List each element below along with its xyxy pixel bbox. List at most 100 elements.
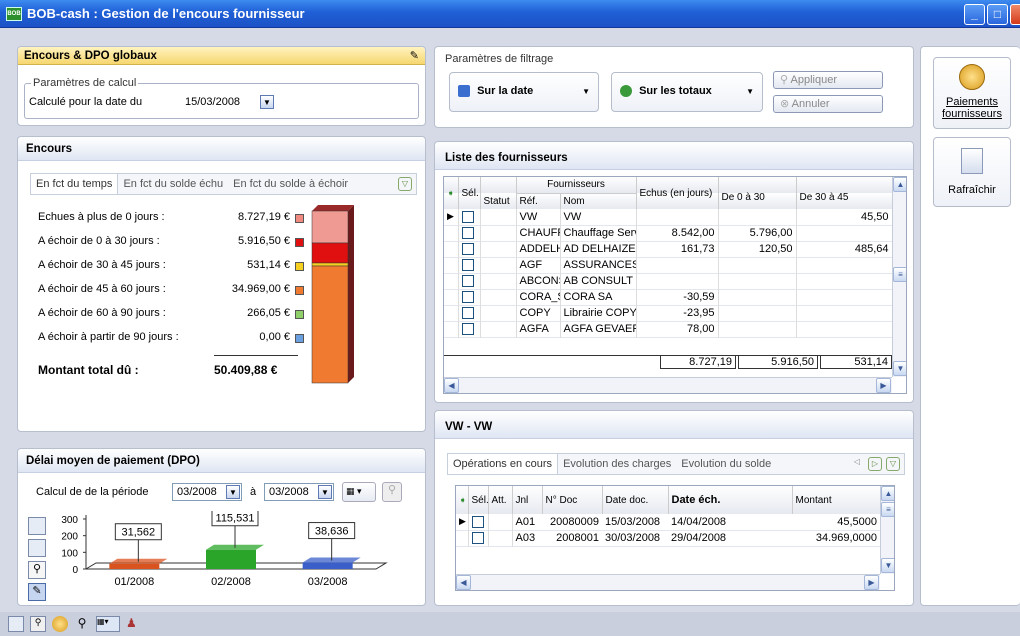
- chevron-left-icon[interactable]: ◁: [850, 457, 864, 471]
- col-sel[interactable]: Sél.: [468, 486, 489, 514]
- row-checkbox[interactable]: [458, 209, 481, 225]
- row-checkbox[interactable]: [458, 321, 481, 337]
- operations-vscroll[interactable]: ▲ ≡ ▼: [880, 486, 894, 574]
- chart-tool-pen-icon[interactable]: ✎: [28, 583, 46, 601]
- cell-0-30: [718, 289, 797, 305]
- cell-30-45: [796, 305, 893, 321]
- col-ndoc[interactable]: N° Doc: [542, 486, 603, 514]
- sur-les-totaux-dropdown[interactable]: Sur les totaux ▼: [611, 72, 763, 112]
- appliquer-button[interactable]: ⚲ Appliquer: [773, 71, 883, 89]
- tab-operations-en-cours[interactable]: Opérations en cours: [448, 454, 559, 474]
- row-checkbox[interactable]: [458, 225, 481, 241]
- col-ref[interactable]: Réf.: [516, 193, 561, 209]
- col-sel[interactable]: Sél.: [458, 177, 481, 209]
- table-row[interactable]: CORA_SACORA SA-30,59: [444, 289, 893, 305]
- date-value[interactable]: 15/03/2008: [185, 96, 240, 108]
- scroll-down-icon[interactable]: ▼: [893, 361, 906, 376]
- fournisseurs-hscroll[interactable]: ◀ ▶: [444, 377, 892, 393]
- scroll-up-icon[interactable]: ▲: [881, 486, 894, 501]
- col-nom[interactable]: Nom: [560, 193, 637, 209]
- row-checkbox[interactable]: [468, 530, 489, 546]
- table-row[interactable]: ABCONSLAB CONSULT: [444, 273, 893, 289]
- coins-icon[interactable]: [52, 616, 68, 632]
- col-30-45[interactable]: De 30 à 45: [796, 177, 892, 209]
- layout-icon[interactable]: [8, 616, 24, 632]
- fournisseurs-grid: ➧ Sél. Fournisseurs Echus (en jours) De …: [443, 176, 907, 394]
- tab-solde-echu[interactable]: En fct du solde échu: [118, 174, 228, 194]
- col-0-30[interactable]: De 0 à 30: [718, 177, 797, 209]
- cell-montant: 45,5000: [837, 515, 877, 528]
- vw-tabs: Opérations en cours Evolution des charge…: [447, 453, 905, 475]
- table-row[interactable]: AGF ASSURANCES: [444, 257, 893, 273]
- annuler-button[interactable]: ⊗ Annuler: [773, 95, 883, 113]
- cell-ref: CORA_SA: [516, 289, 561, 305]
- encours-dpo-header: Encours & DPO globaux ✎: [18, 47, 425, 65]
- link-icon[interactable]: ⚲: [30, 616, 46, 632]
- export-icon[interactable]: ▦▾: [96, 616, 120, 632]
- vw-panel: VW - VW Opérations en cours Evolution de…: [434, 410, 914, 606]
- col-att[interactable]: Att.: [488, 486, 513, 514]
- coins-icon: [959, 64, 985, 90]
- tab-solde-a-echoir[interactable]: En fct du solde à échoir: [228, 174, 353, 194]
- rafraichir-button[interactable]: Rafraîchir: [933, 137, 1011, 207]
- table-row[interactable]: CHAUFF Chauffage Serv 8.542,00 5.796,00: [444, 225, 893, 241]
- cell-jnl: A03: [515, 532, 536, 544]
- chart-tool-copy-icon[interactable]: [28, 517, 46, 535]
- scroll-thumb[interactable]: ≡: [881, 502, 894, 517]
- table-row[interactable]: ADDELHAAD DELHAIZE161,73120,50485,64: [444, 241, 893, 257]
- tab-en-fct-du-temps[interactable]: En fct du temps: [31, 174, 119, 194]
- y-tick-label: 300: [61, 515, 78, 526]
- scroll-right-icon[interactable]: ▶: [876, 378, 891, 393]
- pin-icon[interactable]: ✎: [410, 49, 419, 62]
- sur-la-date-dropdown[interactable]: Sur la date ▼: [449, 72, 599, 112]
- col-date-ech[interactable]: Date éch.: [668, 486, 793, 514]
- user-icon[interactable]: ♟: [126, 616, 142, 632]
- row-checkbox[interactable]: [458, 241, 481, 257]
- chart-tool-pin-icon[interactable]: ⚲: [28, 561, 46, 579]
- scroll-down-icon[interactable]: ▼: [881, 558, 894, 573]
- export-dropdown-button[interactable]: ▦ ▾: [342, 482, 376, 502]
- table-row[interactable]: A03 2008001 30/03/2008 29/04/2008 34.969,000…: [456, 530, 880, 546]
- row-checkbox[interactable]: [468, 514, 489, 530]
- maximize-button[interactable]: □: [987, 4, 1008, 25]
- chevron-right-icon[interactable]: ▷: [868, 457, 882, 471]
- operations-hscroll[interactable]: ◀ ▶: [456, 574, 880, 590]
- chart-tool-print-icon[interactable]: [28, 539, 46, 557]
- paiements-fournisseurs-button[interactable]: Paiements fournisseurs: [933, 57, 1011, 129]
- chevron-down-icon[interactable]: ▽: [398, 177, 412, 191]
- date-picker-button[interactable]: ▼: [257, 94, 275, 112]
- period-from-field[interactable]: 03/2008 ▼: [172, 483, 242, 501]
- period-to-field[interactable]: 03/2008 ▼: [264, 483, 334, 501]
- fournisseurs-vscroll[interactable]: ▲ ≡ ▼: [892, 177, 906, 377]
- row-indicator-icon: [456, 530, 469, 546]
- col-jnl[interactable]: Jnl: [512, 486, 543, 514]
- scroll-left-icon[interactable]: ◀: [456, 575, 471, 590]
- row-checkbox[interactable]: [458, 305, 481, 321]
- table-row[interactable]: ▶ A01 20080009 15/03/2008 14/04/2008 45,5000: [456, 514, 880, 530]
- cell-nom: ASSURANCES: [560, 257, 637, 273]
- col-echus[interactable]: Echus (en jours): [636, 177, 719, 209]
- scroll-left-icon[interactable]: ◀: [444, 378, 459, 393]
- tab-evolution-charges[interactable]: Evolution des charges: [558, 454, 676, 474]
- col-statut[interactable]: Statut: [480, 193, 517, 209]
- col-montant[interactable]: Montant: [792, 486, 880, 514]
- scroll-thumb[interactable]: ≡: [893, 267, 906, 282]
- table-row[interactable]: ▶ VW VW 45,50: [444, 209, 893, 225]
- scroll-right-icon[interactable]: ▶: [864, 575, 879, 590]
- legend-swatch-icon: [295, 310, 304, 319]
- cell-0-30: [718, 209, 797, 225]
- col-date-doc[interactable]: Date doc.: [602, 486, 669, 514]
- minimize-button[interactable]: _: [964, 4, 985, 25]
- row-checkbox[interactable]: [458, 273, 481, 289]
- tab-evolution-solde[interactable]: Evolution du solde: [676, 454, 776, 474]
- pin-icon[interactable]: ⚲: [74, 616, 90, 632]
- row-checkbox[interactable]: [458, 289, 481, 305]
- row-checkbox[interactable]: [458, 257, 481, 273]
- scroll-up-icon[interactable]: ▲: [893, 177, 906, 192]
- filter-disabled-button[interactable]: ⚲: [382, 482, 402, 502]
- table-row[interactable]: COPY Librairie COPY -23,95: [444, 305, 893, 321]
- close-button[interactable]: [1010, 4, 1020, 25]
- period-a-label: à: [250, 486, 257, 498]
- table-row[interactable]: AGFA AGFA GEVAER 78,00: [444, 321, 893, 337]
- chevron-down-icon[interactable]: ▽: [886, 457, 900, 471]
